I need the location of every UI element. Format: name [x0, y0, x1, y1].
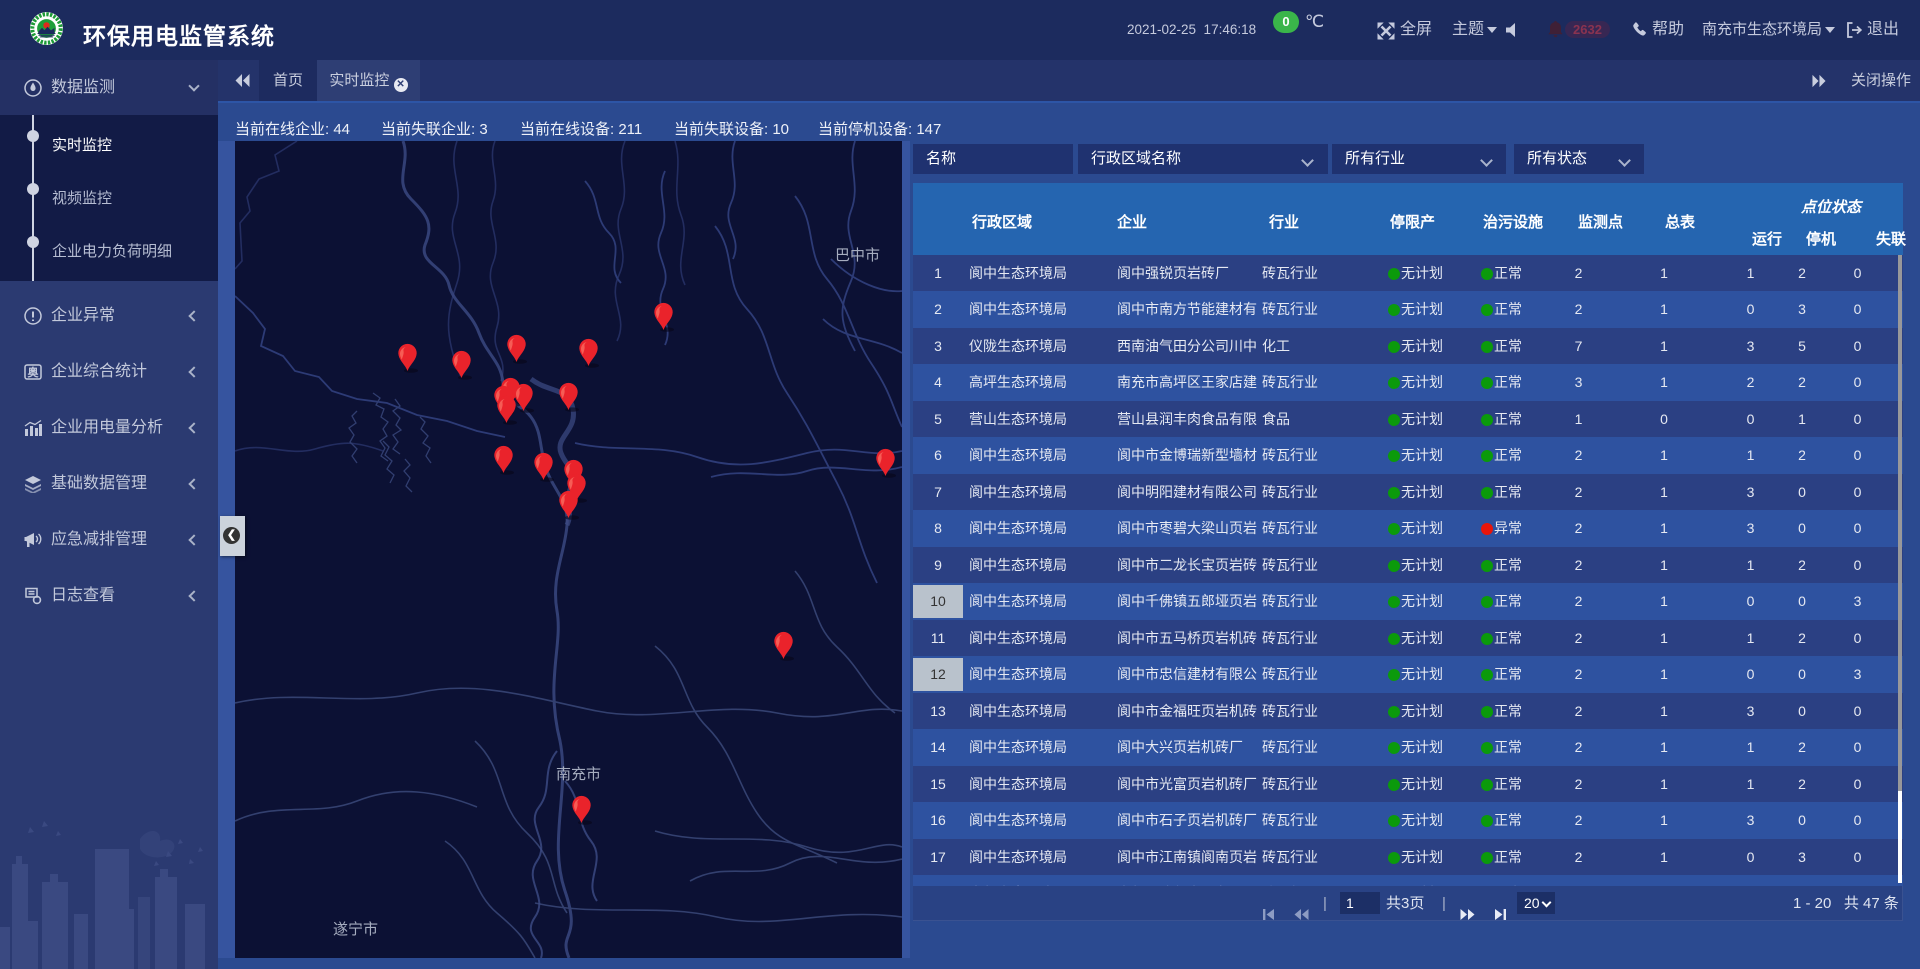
svg-text:奥: 奥 — [27, 365, 40, 379]
